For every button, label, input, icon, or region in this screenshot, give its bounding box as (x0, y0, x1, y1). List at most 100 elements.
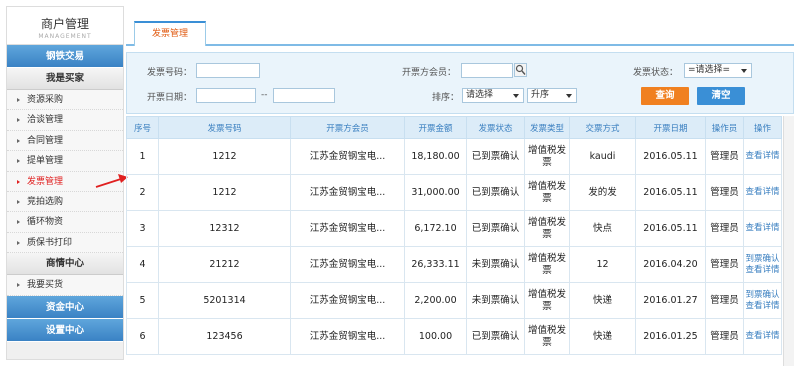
invoice-no-label: 发票号码： (147, 68, 193, 78)
sidebar-item-resource-purchase[interactable]: 资源采购 (7, 90, 123, 111)
clear-button[interactable]: 清空 (697, 87, 745, 105)
tab-invoice-management[interactable]: 发票管理 (134, 21, 206, 46)
sidebar-item-bill-of-lading[interactable]: 提单管理 (7, 151, 123, 172)
cell-member: 江苏金贸钢宝电... (290, 138, 405, 175)
view-details-link[interactable]: 查看详情 (745, 187, 780, 198)
cell-member: 江苏金贸钢宝电... (290, 246, 405, 283)
cell-actions: 查看详情 (743, 138, 782, 175)
search-icon (515, 64, 526, 75)
cell-date: 2016.05.11 (635, 138, 706, 175)
member-input[interactable] (461, 63, 513, 78)
cell-method: 快点 (569, 210, 636, 247)
scrollbar[interactable] (783, 116, 794, 366)
cell-amount: 31,000.00 (404, 174, 467, 211)
sidebar-item-auction[interactable]: 竞拍选购 (7, 191, 123, 213)
cell-no: 3 (126, 210, 159, 247)
cell-actions: 查看详情 (743, 174, 782, 211)
table-row: 3 12312 江苏金贸钢宝电... 6,172.10 已到票确认 增值税发票 快点 2016… (126, 210, 782, 247)
status-select[interactable]: =请选择= (684, 63, 752, 78)
cell-date: 2016.05.11 (635, 174, 706, 211)
cell-operator: 管理员 (705, 210, 744, 247)
sidebar-item-negotiation[interactable]: 洽谈管理 (7, 110, 123, 131)
view-details-link[interactable]: 查看详情 (745, 151, 780, 162)
col-header-operator: 操作员 (705, 116, 744, 139)
confirm-receipt-link[interactable]: 到票确认 (745, 254, 780, 265)
cell-status: 未到票确认 (466, 282, 525, 319)
member-label: 开票方会员： (402, 68, 457, 78)
status-select-value: =请选择= (688, 65, 731, 75)
cell-method: 发的发 (569, 174, 636, 211)
cell-status: 已到票确认 (466, 210, 525, 247)
cell-operator: 管理员 (705, 318, 744, 355)
cell-invoice-no: 1212 (158, 174, 291, 211)
cell-no: 1 (126, 138, 159, 175)
col-header-member: 开票方会员 (290, 116, 405, 139)
cell-actions: 查看详情 (743, 318, 782, 355)
section-funds[interactable]: 资金中心 (7, 295, 123, 319)
section-market[interactable]: 商情中心 (7, 253, 123, 276)
col-header-status: 发票状态 (466, 116, 525, 139)
chevron-down-icon (566, 94, 572, 98)
cell-amount: 100.00 (404, 318, 467, 355)
cell-operator: 管理员 (705, 246, 744, 283)
view-details-link[interactable]: 查看详情 (745, 331, 780, 342)
col-header-amount: 开票金额 (404, 116, 467, 139)
cell-status: 已到票确认 (466, 174, 525, 211)
section-buyer[interactable]: 我是买家 (7, 68, 123, 90)
sidebar-item-recycled[interactable]: 循环物资 (7, 212, 123, 233)
col-header-date: 开票日期 (635, 116, 706, 139)
invoice-no-input[interactable] (196, 63, 260, 78)
cell-member: 江苏金贸钢宝电... (290, 210, 405, 247)
tab-bar: 发票管理 (126, 6, 794, 46)
cell-invoice-no: 123456 (158, 318, 291, 355)
sidebar-item-warranty-print[interactable]: 质保书打印 (7, 232, 123, 254)
col-header-action: 操作 (743, 116, 782, 139)
sort-label: 排序： (432, 93, 460, 103)
cell-actions: 查看详情 (743, 210, 782, 247)
cell-amount: 6,172.10 (404, 210, 467, 247)
view-details-link[interactable]: 查看详情 (745, 223, 780, 234)
cell-invoice-no: 5201314 (158, 282, 291, 319)
cell-actions: 到票确认 查看详情 (743, 282, 782, 319)
cell-invoice-no: 1212 (158, 138, 291, 175)
cell-status: 未到票确认 (466, 246, 525, 283)
cell-type: 增值税发票 (524, 246, 570, 283)
table-header-row: 序号 发票号码 开票方会员 开票金额 发票状态 发票类型 交票方式 开票日期 操… (126, 116, 782, 139)
cell-type: 增值税发票 (524, 318, 570, 355)
date-start-input[interactable] (196, 88, 256, 103)
order-select[interactable]: 升序 (527, 88, 577, 103)
cell-member: 江苏金贸钢宝电... (290, 318, 405, 355)
col-header-type: 发票类型 (524, 116, 570, 139)
cell-type: 增值税发票 (524, 282, 570, 319)
cell-status: 已到票确认 (466, 138, 525, 175)
cell-member: 江苏金贸钢宝电... (290, 282, 405, 319)
view-details-link[interactable]: 查看详情 (745, 301, 780, 312)
main-panel: 发票管理 发票号码： 开票方会员： 发票状态： =请选择= 开票日期： -- 排… (126, 6, 794, 366)
cell-amount: 18,180.00 (404, 138, 467, 175)
cell-invoice-no: 21212 (158, 246, 291, 283)
view-details-link[interactable]: 查看详情 (745, 265, 780, 276)
cell-amount: 26,333.11 (404, 246, 467, 283)
brand-header: 商户管理 MANAGEMENT (7, 7, 123, 45)
member-search-button[interactable] (514, 63, 527, 77)
sidebar-item-contract[interactable]: 合同管理 (7, 130, 123, 152)
section-settings[interactable]: 设置中心 (7, 318, 123, 342)
cell-method: 快递 (569, 318, 636, 355)
sort-select[interactable]: 请选择 (462, 88, 524, 103)
date-separator: -- (261, 90, 268, 100)
sidebar-item-buy-goods[interactable]: 我要买货 (7, 275, 123, 296)
date-end-input[interactable] (273, 88, 335, 103)
table-row: 6 123456 江苏金贸钢宝电... 100.00 已到票确认 增值税发票 快递 2016.… (126, 318, 782, 355)
query-button[interactable]: 查询 (641, 87, 689, 105)
cell-no: 4 (126, 246, 159, 283)
cell-date: 2016.01.25 (635, 318, 706, 355)
col-header-invoice-no: 发票号码 (158, 116, 291, 139)
confirm-receipt-link[interactable]: 到票确认 (745, 290, 780, 301)
cell-date: 2016.04.20 (635, 246, 706, 283)
section-steel-trade[interactable]: 钢铁交易 (7, 45, 123, 68)
cell-method: 快递 (569, 282, 636, 319)
table-row: 4 21212 江苏金贸钢宝电... 26,333.11 未到票确认 增值税发票 12 201… (126, 246, 782, 283)
table-row: 2 1212 江苏金贸钢宝电... 31,000.00 已到票确认 增值税发票 发的发 201… (126, 174, 782, 211)
order-select-value: 升序 (531, 90, 550, 100)
cell-type: 增值税发票 (524, 174, 570, 211)
